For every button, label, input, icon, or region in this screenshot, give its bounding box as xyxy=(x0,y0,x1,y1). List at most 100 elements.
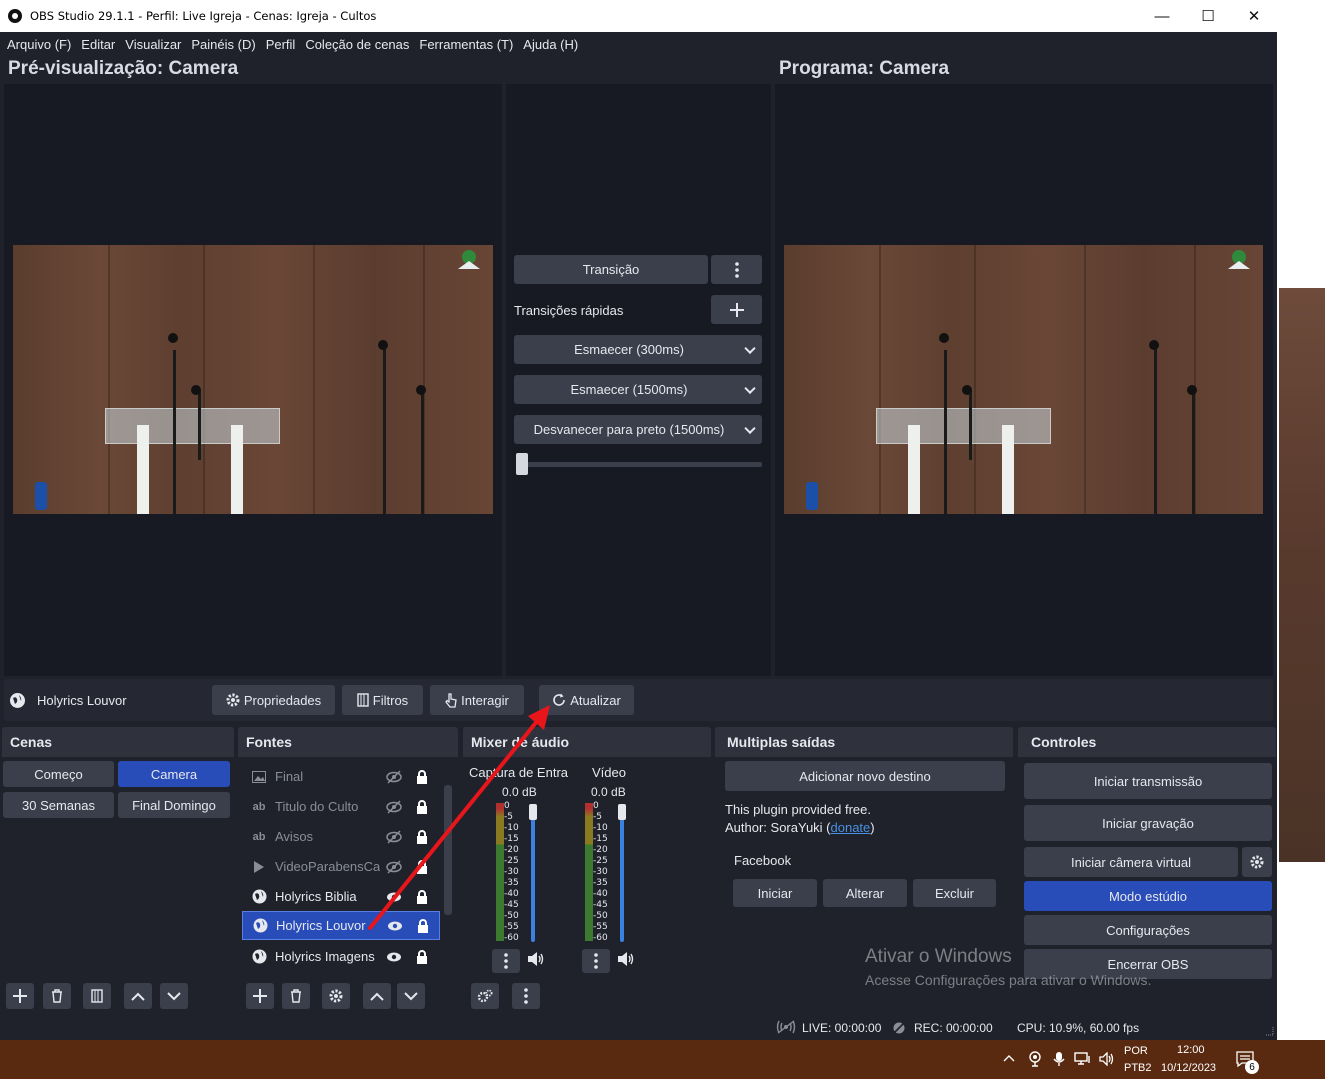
eye-icon[interactable] xyxy=(386,949,402,965)
add-scene-button[interactable] xyxy=(6,983,34,1009)
transition-slider-handle[interactable] xyxy=(516,453,528,475)
destination-delete-button[interactable]: Excluir xyxy=(913,879,996,907)
move-source-down-button[interactable] xyxy=(397,983,425,1009)
menu-arquivo[interactable]: Arquivo (F) xyxy=(2,37,76,52)
transition-menu-button[interactable] xyxy=(711,255,762,284)
keyboard-layout[interactable]: PTB2 xyxy=(1124,1062,1152,1074)
clock-time[interactable]: 12:00 xyxy=(1177,1044,1205,1056)
globe-icon xyxy=(252,918,268,934)
close-button[interactable]: ✕ xyxy=(1231,0,1277,32)
keyboard-language[interactable]: POR xyxy=(1124,1045,1148,1057)
scene-item-final-domingo[interactable]: Final Domingo xyxy=(118,792,230,818)
scene-item-comeco[interactable]: Começo xyxy=(3,761,114,787)
streaming-status-icon xyxy=(776,1020,796,1034)
start-recording-button[interactable]: Iniciar gravação xyxy=(1024,805,1272,841)
audio-mixer-menu-button[interactable] xyxy=(512,983,540,1009)
menu-perfil[interactable]: Perfil xyxy=(261,37,301,52)
chevron-down-icon xyxy=(404,991,418,1000)
add-quick-transition-button[interactable] xyxy=(711,295,762,324)
mixer-channel-video-name: Vídeo xyxy=(592,765,626,780)
source-item-holyrics-imagens[interactable]: Holyrics Imagens xyxy=(242,942,440,971)
destination-start-button[interactable]: Iniciar xyxy=(733,879,817,907)
menu-editar[interactable]: Editar xyxy=(76,37,120,52)
volume-icon[interactable] xyxy=(1099,1052,1115,1066)
video-volume-fader-handle[interactable] xyxy=(618,804,626,820)
add-new-destination-button[interactable]: Adicionar novo destino xyxy=(725,761,1005,791)
audio-advanced-properties-button[interactable] xyxy=(471,983,499,1009)
resize-grip-icon[interactable] xyxy=(1264,1026,1274,1036)
selected-source-name: Holyrics Louvor xyxy=(37,693,127,708)
speaker-icon[interactable] xyxy=(527,951,545,967)
menu-colecao-cenas[interactable]: Coleção de cenas xyxy=(300,37,414,52)
add-source-button[interactable] xyxy=(246,983,274,1009)
church-logo-icon xyxy=(1228,250,1250,269)
chevron-down-icon xyxy=(744,342,756,354)
donate-link[interactable]: donate xyxy=(831,820,871,835)
lock-icon[interactable] xyxy=(414,949,430,965)
more-vertical-icon xyxy=(734,261,739,278)
network-icon[interactable] xyxy=(1074,1052,1092,1066)
transition-slider[interactable] xyxy=(516,462,762,467)
image-icon xyxy=(251,769,267,785)
filter-icon xyxy=(91,989,103,1003)
move-scene-up-button[interactable] xyxy=(124,983,152,1009)
quick-transition-fade-300[interactable]: Esmaecer (300ms) xyxy=(514,335,762,364)
quick-transitions-label: Transições rápidas xyxy=(514,303,624,318)
scene-item-30-semanas[interactable]: 30 Semanas xyxy=(3,792,114,818)
video-volume-fader[interactable] xyxy=(620,810,624,942)
plus-icon xyxy=(729,302,744,317)
plugin-info-line1: This plugin provided free. xyxy=(725,802,871,817)
controls-title: Controles xyxy=(1018,727,1276,757)
scene-item-camera[interactable]: Camera xyxy=(118,761,230,787)
multiple-outputs-title: Multiplas saídas xyxy=(715,727,1013,757)
remove-source-button[interactable] xyxy=(282,983,310,1009)
annotation-arrow-icon xyxy=(368,705,550,930)
menu-ferramentas[interactable]: Ferramentas (T) xyxy=(414,37,518,52)
minimize-button[interactable]: — xyxy=(1139,0,1185,32)
move-source-up-button[interactable] xyxy=(363,983,391,1009)
play-icon xyxy=(251,859,267,875)
start-virtual-camera-button[interactable]: Iniciar câmera virtual xyxy=(1024,847,1238,877)
text-icon: ab xyxy=(252,830,266,843)
plugin-info-line2: Author: SoraYuki (donate) xyxy=(725,820,875,835)
status-bar: LIVE: 00:00:00 REC: 00:00:00 CPU: 10.9%,… xyxy=(0,1017,1277,1039)
video-channel-menu-button[interactable] xyxy=(582,949,610,973)
window-title: OBS Studio 29.1.1 - Perfil: Live Igreja … xyxy=(30,9,377,23)
mic-channel-menu-button[interactable] xyxy=(492,949,520,973)
menu-bar: Arquivo (F) Editar Visualizar Painéis (D… xyxy=(0,32,1277,56)
program-label: Programa: Camera xyxy=(779,58,950,79)
chevron-up-icon xyxy=(370,992,384,1001)
settings-button[interactable]: Configurações xyxy=(1024,915,1272,945)
virtual-camera-settings-button[interactable] xyxy=(1242,847,1272,877)
remove-scene-button[interactable] xyxy=(43,983,71,1009)
speaker-icon[interactable] xyxy=(617,951,635,967)
transition-button[interactable]: Transição xyxy=(514,255,708,284)
destination-edit-button[interactable]: Alterar xyxy=(823,879,907,907)
recording-status-icon xyxy=(892,1021,906,1035)
menu-visualizar[interactable]: Visualizar xyxy=(120,37,186,52)
menu-paineis[interactable]: Painéis (D) xyxy=(186,37,260,52)
quick-transition-fade-1500[interactable]: Esmaecer (1500ms) xyxy=(514,375,762,404)
windows-taskbar: POR PTB2 12:00 10/12/2023 6 xyxy=(0,1040,1325,1079)
title-bar[interactable]: OBS Studio 29.1.1 - Perfil: Live Igreja … xyxy=(0,0,1277,32)
microphone-icon[interactable] xyxy=(1053,1051,1065,1067)
studio-mode-button[interactable]: Modo estúdio xyxy=(1024,881,1272,911)
properties-button[interactable]: Propriedades xyxy=(212,685,335,715)
webcam-icon[interactable] xyxy=(1028,1051,1042,1067)
scene-filters-button[interactable] xyxy=(83,983,111,1009)
clock-date[interactable]: 10/12/2023 xyxy=(1161,1062,1216,1074)
start-streaming-button[interactable]: Iniciar transmissão xyxy=(1024,763,1272,799)
quick-transition-fade-to-black[interactable]: Desvanecer para preto (1500ms) xyxy=(514,415,762,444)
obs-logo-icon xyxy=(8,9,22,23)
chevron-down-icon xyxy=(744,422,756,434)
trash-icon xyxy=(52,989,62,1003)
live-timer: LIVE: 00:00:00 xyxy=(802,1021,882,1035)
preview-camera-image[interactable] xyxy=(13,245,493,514)
menu-ajuda[interactable]: Ajuda (H) xyxy=(518,37,583,52)
move-scene-down-button[interactable] xyxy=(160,983,188,1009)
source-properties-button[interactable] xyxy=(322,983,350,1009)
chevron-up-icon[interactable] xyxy=(1003,1054,1015,1062)
notifications-badge: 6 xyxy=(1245,1060,1259,1074)
maximize-button[interactable]: ☐ xyxy=(1185,0,1231,32)
cpu-fps-status: CPU: 10.9%, 60.00 fps xyxy=(1017,1021,1140,1035)
